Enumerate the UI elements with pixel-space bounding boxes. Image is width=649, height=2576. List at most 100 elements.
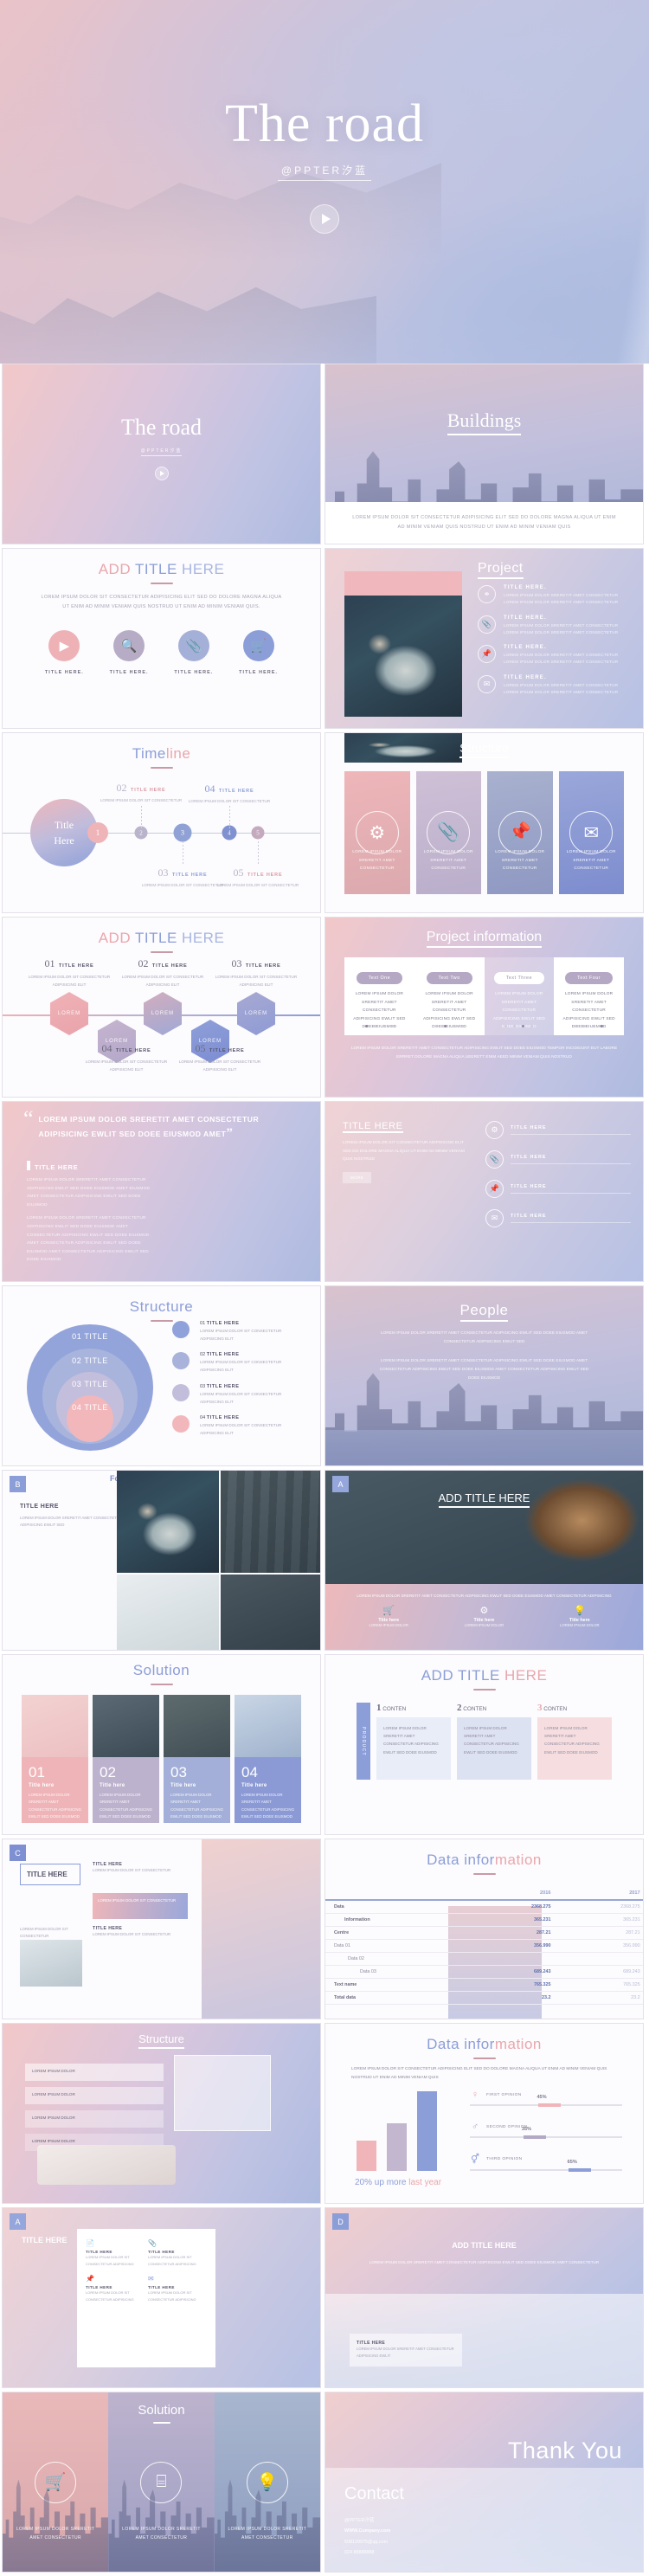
row-11: A TITLE HERE 📄 TITLE HERE LOREM IPSUM DOLO… bbox=[0, 2207, 649, 2392]
stack-bar[interactable]: LOREM IPSUM DOLOR bbox=[25, 2064, 164, 2081]
product-tab[interactable]: PRODUCT bbox=[357, 1703, 370, 1780]
slide-solution-3[interactable]: 🛒 LOREM IPSUM DOLOR SRERETIT AMET CONSECT… bbox=[2, 2392, 321, 2573]
slide-buildings[interactable]: Buildings LOREM IPSUM DOLOR SIT CONSECTE… bbox=[324, 364, 644, 544]
product-column[interactable]: 3 CONTEN LOREM IPSUM DOLOR SRERETIT AMET … bbox=[537, 1703, 612, 1780]
badge-a: A bbox=[332, 1476, 349, 1492]
opinion-track[interactable]: 65% bbox=[470, 2160, 622, 2172]
bar-3 bbox=[417, 2091, 437, 2171]
ring-04[interactable]: 04 TITLE bbox=[67, 1395, 113, 1442]
structure-card[interactable]: ✉ LOREM IPSUM DOLOR SRERETIT AMET CONSECT… bbox=[558, 771, 624, 894]
solution-card[interactable]: 04 Title here LOREM IPSUM DOLOR SRERETIT A… bbox=[235, 1695, 301, 1823]
project-list-item[interactable]: ⚭ TITLE HERE. LOREM IPSUM DOLOR SRERETIT … bbox=[478, 585, 629, 607]
slide-d-snow[interactable]: D ADD TITLE HERE LOREM IPSUM DOLOR SRERE… bbox=[324, 2207, 644, 2388]
slide-timeline[interactable]: Timeline Title Here 1 2 3 4 5 02 TITLE HE… bbox=[2, 732, 321, 913]
more-button[interactable]: MORE bbox=[343, 1171, 372, 1183]
slide-a-title[interactable]: A TITLE HERE 📄 TITLE HERE LOREM IPSUM DOLO… bbox=[2, 2207, 321, 2388]
opinion-track[interactable]: 35% bbox=[470, 2127, 622, 2139]
slide-bar-chart[interactable]: Data information LOREM IPSUM DOLOR SIT C… bbox=[324, 2023, 644, 2204]
a-card[interactable]: 📌 TITLE HERE LOREM IPSUM DOLOR SIT CONSECT… bbox=[86, 2275, 141, 2302]
solution-card[interactable]: 03 Title here LOREM IPSUM DOLOR SRERETIT A… bbox=[164, 1695, 230, 1823]
c-block[interactable]: TITLE HERE LOREM IPSUM DOLOR SIT CONSECTE… bbox=[93, 1862, 188, 1874]
project-info-card[interactable]: Text One LOREM IPSUM DOLOR SRERETIT AMET… bbox=[344, 957, 414, 1035]
hexagon-3[interactable]: LOREM bbox=[237, 992, 275, 1035]
coffee-item[interactable]: 🛒 Title here LOREM IPSUM DOLOR bbox=[350, 1605, 427, 1627]
project-list-item[interactable]: ✉ TITLE HERE. LOREM IPSUM DOLOR SRERETIT … bbox=[478, 674, 629, 697]
structure-legend-item[interactable]: 04 TITLE HERE LOREM IPSUM DOLOR SIT CONSE… bbox=[172, 1415, 306, 1437]
structure-card[interactable]: ⚙ LOREM IPSUM DOLOR SRERETIT AMET CONSECT… bbox=[344, 771, 410, 894]
slide-hexagons[interactable]: ADD TITLE HERE 01 TITLE HERE LOREM IPSUM… bbox=[2, 917, 321, 1098]
slide-food[interactable]: B TITLE HERE LOREM IPSUM DOLOR SRERETIT … bbox=[2, 1470, 321, 1651]
c-block[interactable]: TITLE HERE LOREM IPSUM DOLOR SIT CONSECTE… bbox=[93, 1926, 188, 1938]
a-card[interactable]: ✉ TITLE HERE LOREM IPSUM DOLOR SIT CONSECT… bbox=[148, 2275, 203, 2302]
project-list-item[interactable]: 📌 TITLE HERE. LOREM IPSUM DOLOR SRERETIT … bbox=[478, 645, 629, 667]
slide-structure-cards[interactable]: Structure ⚙ LOREM IPSUM DOLOR SRERETIT AM… bbox=[324, 732, 644, 913]
slide-c-title[interactable]: C TITLE HERE TITLE HERE LOREM IPSUM DOLOR… bbox=[2, 1839, 321, 2019]
product-column[interactable]: 2 CONTEN LOREM IPSUM DOLOR SRERETIT AMET … bbox=[457, 1703, 531, 1780]
solution-card[interactable]: 01 Title here LOREM IPSUM DOLOR SRERETIT A… bbox=[22, 1695, 88, 1823]
project-info-card-row: Text One LOREM IPSUM DOLOR SRERETIT AMET… bbox=[325, 945, 643, 1035]
play-icon[interactable] bbox=[310, 204, 339, 234]
contact-line-email[interactable]: 508129975@qq.com bbox=[344, 2537, 390, 2547]
slide-add-title-circles[interactable]: ADD TITLE HERE LOREM IPSUM DOLOR SIT CON… bbox=[2, 548, 321, 729]
structure-legend-item[interactable]: 01 TITLE HERE LOREM IPSUM DOLOR SIT CONSE… bbox=[172, 1321, 306, 1343]
title-here-item[interactable]: ⚙ TITLE HERE bbox=[485, 1121, 631, 1139]
contact-line-website[interactable]: WWW.Company.com bbox=[344, 2526, 390, 2536]
slide-add-title-columns[interactable]: ADD TITLE HERE PRODUCT 1 CONTEN LOREM IPS… bbox=[324, 1654, 644, 1835]
project-info-card[interactable]: Text Four LOREM IPSUM DOLOR SRERETIT AME… bbox=[554, 957, 624, 1035]
play-icon[interactable] bbox=[154, 467, 169, 480]
icon-circle-item[interactable]: 🔍 TITLE HERE. bbox=[101, 630, 157, 675]
structure-legend-item[interactable]: 03 TITLE HERE LOREM IPSUM DOLOR SIT CONSE… bbox=[172, 1383, 306, 1406]
timeline-node-5[interactable]: 5 bbox=[251, 826, 265, 840]
doc-icon: 📄 bbox=[86, 2239, 94, 2247]
slide-people[interactable]: People LOREM IPSUM DOLOR SRERETIT AMET C… bbox=[324, 1285, 644, 1466]
project-list-item[interactable]: 📎 TITLE HERE. LOREM IPSUM DOLOR SRERETIT … bbox=[478, 615, 629, 637]
timeline-node-1[interactable]: 1 bbox=[87, 822, 108, 843]
stack-bar[interactable]: LOREM IPSUM DOLOR bbox=[25, 2087, 164, 2104]
stack-bar[interactable]: LOREM IPSUM DOLOR bbox=[25, 2110, 164, 2128]
slide-quote[interactable]: “ LOREM IPSUM DOLOR SRERETIT AMET CONSEC… bbox=[2, 1101, 321, 1282]
slide-title-here[interactable]: TITLE HERE LOREM IPSUM DOLOR SIT CONSECT… bbox=[324, 1101, 644, 1282]
product-column[interactable]: 1 CONTEN LOREM IPSUM DOLOR SRERETIT AMET … bbox=[376, 1703, 451, 1780]
title-here-item[interactable]: ✉ TITLE HERE bbox=[485, 1209, 631, 1227]
a-card[interactable]: 📄 TITLE HERE LOREM IPSUM DOLOR SIT CONSECT… bbox=[86, 2239, 141, 2267]
slide-project[interactable]: Project ⚭ TITLE HERE. LOREM IPSUM DOLOR S… bbox=[324, 548, 644, 729]
slide-structure-stack[interactable]: Structure LOREM IPSUM DOLOR LOREM IPSUM … bbox=[2, 2023, 321, 2204]
mail-icon: ✉ bbox=[148, 2275, 154, 2283]
slide-thank-you[interactable]: Thank You Contact @PPTER汐蓝 WWW.Company.c… bbox=[324, 2392, 644, 2573]
hexagon-1[interactable]: LOREM bbox=[50, 992, 88, 1035]
icon-circle-item[interactable]: ▶ TITLE HERE. bbox=[36, 630, 92, 675]
bar-1 bbox=[357, 2141, 376, 2171]
icon-circle-item[interactable]: 🛒 TITLE HERE. bbox=[231, 630, 286, 675]
title-here-item[interactable]: 📎 TITLE HERE bbox=[485, 1150, 631, 1169]
structure-card[interactable]: 📌 LOREM IPSUM DOLOR SRERETIT AMET CONSECT… bbox=[487, 771, 553, 894]
slide-data-table[interactable]: Data information 2016 2017 2018 2019 Dat… bbox=[324, 1839, 644, 2019]
paperclip-icon: 📎 bbox=[177, 630, 209, 662]
data-table[interactable]: 2016 2017 2018 2019 Data2368.2752368.275… bbox=[325, 1887, 643, 2005]
hexagon-2[interactable]: LOREM bbox=[144, 992, 182, 1035]
timeline-node-3[interactable]: 3 bbox=[173, 823, 192, 842]
project-info-card[interactable]: Text Three LOREM IPSUM DOLOR SRERETIT AM… bbox=[484, 957, 555, 1035]
structure-card[interactable]: 📎 LOREM IPSUM DOLOR SRERETIT AMET CONSECT… bbox=[415, 771, 481, 894]
slide-structure-circles[interactable]: Structure 01 TITLE 02 TITLE 03 TITLE 04 … bbox=[2, 1285, 321, 1466]
slide-project-information[interactable]: Project information Text One LOREM IPSUM… bbox=[324, 917, 644, 1098]
a-card[interactable]: 📎 TITLE HERE LOREM IPSUM DOLOR SIT CONSECT… bbox=[148, 2239, 203, 2267]
solution-card[interactable]: 02 Title here LOREM IPSUM DOLOR SRERETIT A… bbox=[93, 1695, 159, 1823]
slide-road[interactable]: The road @PPTER汐蓝 bbox=[2, 364, 321, 544]
icon-circle-item[interactable]: 📎 TITLE HERE. bbox=[166, 630, 222, 675]
quote-text: LOREM IPSUM DOLOR SRERETIT AMET CONSECTE… bbox=[38, 1115, 260, 1141]
structure-legend-item[interactable]: 02 TITLE HERE LOREM IPSUM DOLOR SIT CONSE… bbox=[172, 1352, 306, 1374]
badge-b: B bbox=[10, 1476, 26, 1492]
opinion-track[interactable]: 45% bbox=[470, 2095, 622, 2107]
d-card[interactable]: TITLE HERE LOREM IPSUM DOLOR SRERETIT AM… bbox=[350, 2334, 462, 2367]
coffee-item[interactable]: 💡 Title here LOREM IPSUM DOLOR bbox=[541, 1605, 619, 1627]
project-info-card[interactable]: Text Two LOREM IPSUM DOLOR SRERETIT AMET… bbox=[414, 957, 485, 1035]
coffee-item[interactable]: ⚙ Title here LOREM IPSUM DOLOR bbox=[445, 1605, 523, 1627]
title-here-item[interactable]: 📌 TITLE HERE bbox=[485, 1180, 631, 1198]
slide-solution-4[interactable]: Solution 01 Title here LOREM IPSUM DOLOR S… bbox=[2, 1654, 321, 1835]
timeline-track: Title Here 1 2 3 4 5 02 TITLE HERE LOREM … bbox=[3, 782, 320, 887]
project-item-desc: LOREM IPSUM DOLOR SRERETIT AMET CONSECTE… bbox=[504, 682, 619, 694]
slide-structure-cards-title: Structure bbox=[325, 741, 643, 758]
slide-add-title-coffee[interactable]: A ADD TITLE HERE LOREM IPSUM DOLOR SRERE… bbox=[324, 1470, 644, 1651]
slide-d-body: LOREM IPSUM DOLOR SRERETIT AMET CONSECTE… bbox=[369, 2260, 600, 2264]
contact-line-handle: @PPTER汐蓝 bbox=[344, 2518, 375, 2523]
